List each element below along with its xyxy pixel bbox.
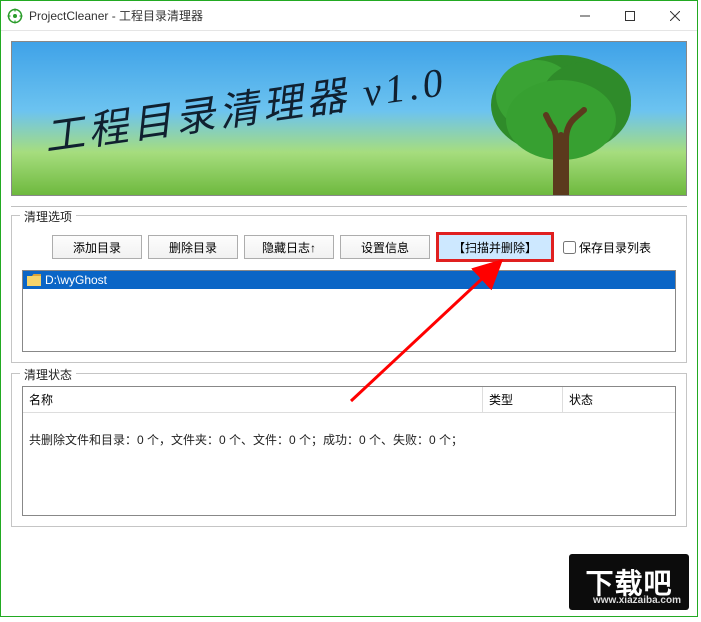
- close-button[interactable]: [652, 1, 697, 31]
- status-table-body: 共删除文件和目录：0 个，文件夹：0 个、文件：0 个；成功：0 个、失败：0 …: [23, 413, 675, 515]
- window-controls: [562, 1, 697, 30]
- directory-path: D:\wyGhost: [45, 273, 107, 287]
- tree-graphic: [476, 45, 646, 196]
- banner: 工程目录清理器 v1.0: [11, 41, 687, 196]
- status-group: 清理状态 名称 类型 状态 共删除文件和目录：0 个，文件夹：0 个、文件：0 …: [11, 373, 687, 527]
- minimize-button[interactable]: [562, 1, 607, 31]
- status-table-header: 名称 类型 状态: [23, 387, 675, 413]
- hide-log-button[interactable]: 隐藏日志↑: [244, 235, 334, 259]
- watermark-url: www.xiazaiba.com: [593, 595, 681, 606]
- column-state[interactable]: 状态: [563, 387, 675, 412]
- app-icon: [7, 8, 23, 24]
- scan-and-delete-button[interactable]: 【扫描并删除】: [436, 232, 554, 262]
- title-bar: ProjectCleaner - 工程目录清理器: [1, 1, 697, 31]
- directory-list[interactable]: D:\wyGhost: [22, 270, 676, 352]
- status-group-label: 清理状态: [20, 366, 76, 383]
- close-icon: [670, 11, 680, 21]
- status-table: 名称 类型 状态 共删除文件和目录：0 个，文件夹：0 个、文件：0 个；成功：…: [22, 386, 676, 516]
- settings-button[interactable]: 设置信息: [340, 235, 430, 259]
- maximize-button[interactable]: [607, 1, 652, 31]
- minimize-icon: [580, 11, 590, 21]
- column-name[interactable]: 名称: [23, 387, 483, 412]
- add-directory-button[interactable]: 添加目录: [52, 235, 142, 259]
- main-window: ProjectCleaner - 工程目录清理器 工程目录清理器 v1.0: [0, 0, 698, 617]
- banner-container: 工程目录清理器 v1.0: [1, 31, 697, 202]
- directory-list-item[interactable]: D:\wyGhost: [23, 271, 675, 289]
- status-summary: 共删除文件和目录：0 个，文件夹：0 个、文件：0 个；成功：0 个、失败：0 …: [23, 413, 675, 448]
- save-list-label: 保存目录列表: [579, 239, 651, 256]
- save-list-checkbox[interactable]: [563, 241, 576, 254]
- options-group: 清理选项 添加目录 删除目录 隐藏日志↑ 设置信息 【扫描并删除】 保存目录列表…: [11, 215, 687, 363]
- delete-directory-button[interactable]: 删除目录: [148, 235, 238, 259]
- maximize-icon: [625, 11, 635, 21]
- options-group-label: 清理选项: [20, 208, 76, 225]
- title-bar-left: ProjectCleaner - 工程目录清理器: [1, 7, 203, 24]
- divider: [11, 206, 687, 207]
- column-type[interactable]: 类型: [483, 387, 563, 412]
- save-list-checkbox-wrap[interactable]: 保存目录列表: [563, 239, 651, 256]
- banner-title: 工程目录清理器 v1.0: [40, 49, 450, 163]
- window-title: ProjectCleaner - 工程目录清理器: [29, 7, 203, 24]
- folder-icon: [27, 274, 41, 286]
- options-button-row: 添加目录 删除目录 隐藏日志↑ 设置信息 【扫描并删除】 保存目录列表: [22, 228, 676, 270]
- watermark: 下载吧 www.xiazaiba.com: [569, 554, 689, 610]
